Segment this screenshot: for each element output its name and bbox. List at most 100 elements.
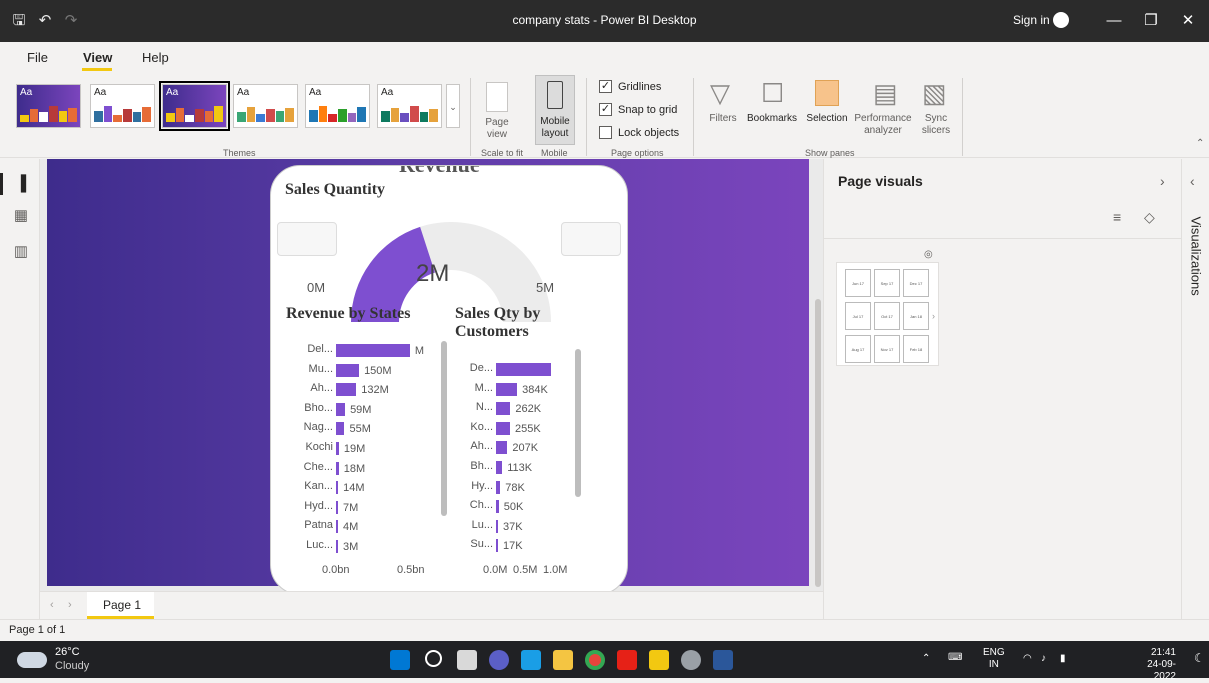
- task-view-icon[interactable]: [457, 650, 477, 670]
- selection-button[interactable]: Selection: [803, 113, 851, 125]
- canvas-scrollbar[interactable]: [815, 299, 821, 587]
- theme-option-5[interactable]: Aa: [305, 84, 370, 128]
- volume-icon[interactable]: ♪: [1041, 653, 1046, 665]
- filter-icon[interactable]: ▽: [710, 78, 730, 108]
- report-view-icon[interactable]: ▐: [12, 175, 30, 193]
- weather-condition[interactable]: Cloudy: [55, 660, 89, 672]
- performance-analyzer-button[interactable]: Performance analyzer: [850, 113, 916, 137]
- expand-chevron-icon[interactable]: ›: [1160, 173, 1165, 189]
- slicer-date-cell[interactable]: Dec 17: [903, 269, 929, 297]
- page-view-button[interactable]: Page view: [474, 117, 520, 141]
- slicer-date-cell[interactable]: Jun 17: [845, 269, 871, 297]
- slicer-date-cell[interactable]: Feb 18: [903, 335, 929, 363]
- bar[interactable]: [496, 519, 499, 533]
- restore-icon[interactable]: ❐: [1140, 10, 1162, 32]
- model-view-icon[interactable]: ▥: [12, 243, 30, 261]
- sign-in-link[interactable]: Sign in: [1013, 13, 1050, 27]
- bar[interactable]: [336, 442, 339, 455]
- bar[interactable]: [336, 520, 338, 534]
- chrome-icon[interactable]: [585, 650, 605, 670]
- settings-gear-icon[interactable]: [681, 650, 701, 670]
- prev-page-arrow-icon[interactable]: ‹: [50, 599, 54, 611]
- bar[interactable]: [336, 500, 338, 514]
- slicer-thumbnail[interactable]: Jun 17 Sep 17 Dec 17 Jul 17 Oct 17 Jan 18 Aug …: [836, 262, 939, 366]
- sync-slicers-icon[interactable]: ▧: [922, 78, 947, 108]
- bar[interactable]: [336, 422, 345, 436]
- collapse-chevron-icon[interactable]: ‹: [1190, 173, 1195, 189]
- slicer-date-cell[interactable]: Jan 18: [903, 302, 929, 330]
- format-settings-icon[interactable]: ≡: [1113, 209, 1121, 225]
- page-view-icon[interactable]: [486, 82, 508, 112]
- theme-option-4[interactable]: Aa: [233, 84, 298, 128]
- states-chart-scrollbar[interactable]: [441, 341, 447, 516]
- bar[interactable]: [496, 402, 511, 416]
- bar[interactable]: [336, 481, 339, 495]
- wifi-icon[interactable]: ◠: [1023, 653, 1032, 665]
- snap-to-grid-checkbox[interactable]: ✓: [599, 103, 612, 116]
- data-view-icon[interactable]: ▦: [12, 207, 30, 225]
- tab-page-1[interactable]: Page 1: [87, 592, 154, 619]
- slicer-date-cell[interactable]: Aug 17: [845, 335, 871, 363]
- gridlines-checkbox[interactable]: ✓: [599, 80, 612, 93]
- word-icon[interactable]: [713, 650, 733, 670]
- start-icon[interactable]: [390, 650, 410, 670]
- bar[interactable]: [336, 402, 346, 416]
- menu-help[interactable]: Help: [142, 50, 169, 65]
- bookmarks-button[interactable]: Bookmarks: [741, 113, 803, 125]
- menu-view[interactable]: View: [83, 50, 112, 65]
- customers-chart-scrollbar[interactable]: [575, 349, 581, 497]
- teams-chat-icon[interactable]: [489, 650, 509, 670]
- minimize-icon[interactable]: —: [1103, 10, 1125, 32]
- filters-button[interactable]: Filters: [705, 113, 741, 125]
- search-icon[interactable]: [425, 650, 442, 667]
- mobile-layout-button[interactable]: Mobile layout: [535, 75, 575, 145]
- file-explorer-icon[interactable]: [553, 650, 573, 670]
- youtube-icon[interactable]: [617, 650, 637, 670]
- weather-cloud-icon[interactable]: [17, 652, 47, 668]
- lock-objects-checkbox[interactable]: [599, 126, 612, 139]
- collapse-ribbon-chevron-icon[interactable]: ⌃: [1196, 138, 1204, 149]
- weather-temperature[interactable]: 26°C: [55, 646, 80, 658]
- slicer-date-cell[interactable]: Sep 17: [874, 269, 900, 297]
- bar[interactable]: [496, 363, 551, 376]
- language-indicator[interactable]: ENG IN: [983, 647, 1005, 671]
- notifications-icon[interactable]: ☾: [1194, 652, 1205, 664]
- theme-option-6[interactable]: Aa: [377, 84, 442, 128]
- bar[interactable]: [336, 363, 360, 377]
- bookmark-icon[interactable]: ☐: [761, 78, 784, 108]
- close-icon[interactable]: ✕: [1177, 10, 1199, 32]
- next-page-arrow-icon[interactable]: ›: [68, 599, 72, 611]
- theme-option-1[interactable]: Aa: [16, 84, 81, 128]
- bar[interactable]: [496, 480, 501, 494]
- visibility-eye-icon[interactable]: ◎: [924, 249, 933, 260]
- keyboard-icon[interactable]: ⌨: [948, 652, 962, 664]
- bar[interactable]: [336, 383, 357, 397]
- menu-file[interactable]: File: [27, 50, 48, 65]
- slicer-date-cell[interactable]: Jul 17: [845, 302, 871, 330]
- bar[interactable]: [496, 539, 498, 553]
- theme-option-2[interactable]: Aa: [90, 84, 155, 128]
- bar[interactable]: [496, 461, 503, 474]
- sync-slicers-button[interactable]: Sync slicers: [917, 113, 955, 137]
- visualizations-tab-label[interactable]: Visualizations: [1189, 217, 1204, 297]
- avatar[interactable]: [1053, 12, 1069, 28]
- theme-option-3[interactable]: Aa: [159, 81, 230, 131]
- themes-dropdown-chevron-icon[interactable]: ⌄: [446, 84, 460, 128]
- eraser-icon[interactable]: ◇: [1144, 209, 1155, 226]
- slicer-date-cell[interactable]: Nov 17: [874, 335, 900, 363]
- bar[interactable]: [336, 461, 339, 475]
- tray-chevron-icon[interactable]: ⌃: [922, 653, 930, 665]
- selection-icon[interactable]: [815, 80, 839, 106]
- slicer-date-cell[interactable]: Oct 17: [874, 302, 900, 330]
- battery-icon[interactable]: ▮: [1060, 653, 1066, 665]
- visualizations-pane-collapsed[interactable]: ‹ Visualizations: [1181, 159, 1209, 619]
- bar[interactable]: [496, 382, 518, 396]
- bar[interactable]: [496, 441, 508, 455]
- bar[interactable]: [496, 500, 499, 514]
- mail-icon[interactable]: [521, 650, 541, 670]
- bar[interactable]: [496, 421, 511, 435]
- performance-analyzer-icon[interactable]: ▤: [873, 78, 898, 108]
- power-bi-icon[interactable]: [649, 650, 669, 670]
- bar[interactable]: [336, 344, 410, 357]
- bar[interactable]: [336, 540, 338, 553]
